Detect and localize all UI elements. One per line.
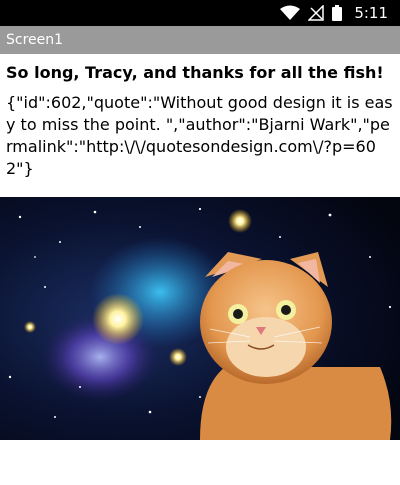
no-signal-icon [308,5,325,21]
status-bar: 5:11 [0,0,400,26]
clock-time: 5:11 [354,4,388,22]
screen-title: Screen1 [6,32,64,48]
main-content: So long, Tracy, and thanks for all the f… [0,54,400,180]
app-title-bar: Screen1 [0,26,400,54]
headline-label: So long, Tracy, and thanks for all the f… [6,63,384,82]
quote-response-text: {"id":602,"quote":"Without good design i… [6,93,393,178]
wifi-icon [280,5,301,21]
cat-space-image [0,197,400,440]
battery-icon [332,5,343,21]
